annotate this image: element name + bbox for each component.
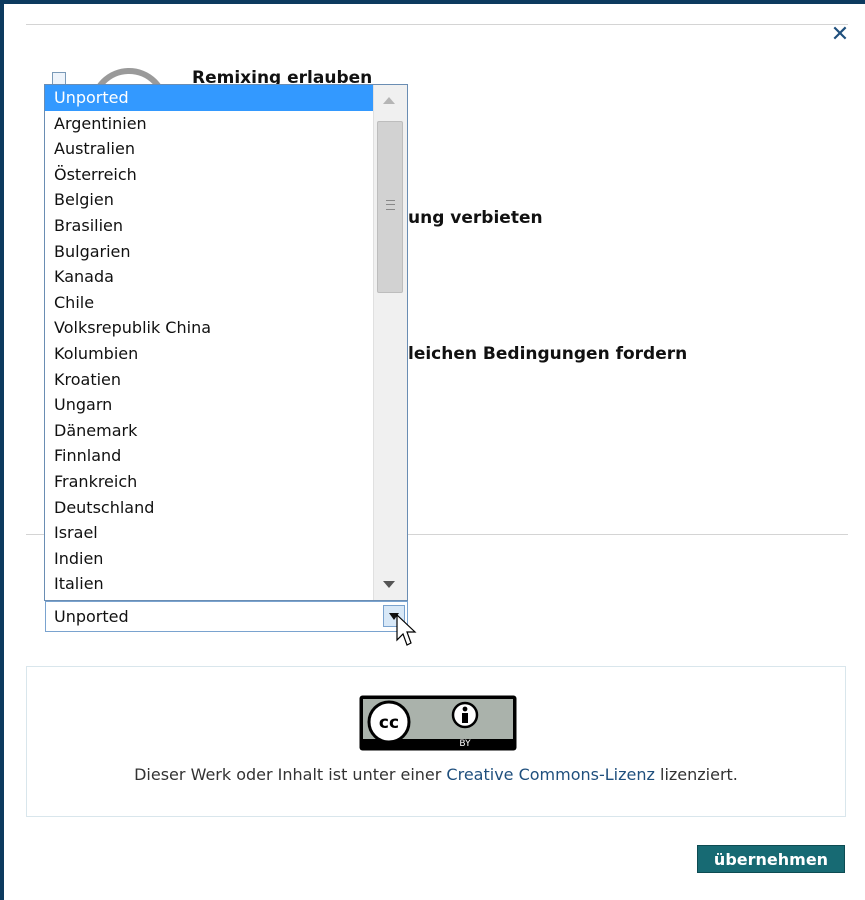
- list-item-chile[interactable]: Chile: [45, 290, 373, 316]
- scroll-down-arrow-icon[interactable]: [383, 581, 395, 588]
- cc-license-link[interactable]: Creative Commons-Lizenz: [446, 765, 654, 784]
- option-commercial-label: ung verbieten: [408, 208, 543, 228]
- list-item-daenemark[interactable]: Dänemark: [45, 418, 373, 444]
- list-item-unported[interactable]: Unported: [45, 85, 373, 111]
- list-item-frankreich[interactable]: Frankreich: [45, 469, 373, 495]
- list-item-oesterreich[interactable]: Österreich: [45, 162, 373, 188]
- list-item-kolumbien[interactable]: Kolumbien: [45, 341, 373, 367]
- list-item-deutschland[interactable]: Deutschland: [45, 495, 373, 521]
- badge-cc-text: cc: [379, 713, 399, 733]
- close-icon[interactable]: ✕: [828, 24, 852, 48]
- list-item-ungarn[interactable]: Ungarn: [45, 392, 373, 418]
- scroll-up-arrow-icon[interactable]: [383, 97, 395, 104]
- list-item-belgien[interactable]: Belgien: [45, 187, 373, 213]
- list-item-kroatien[interactable]: Kroatien: [45, 367, 373, 393]
- license-statement: Dieser Werk oder Inhalt ist unter einer …: [27, 765, 845, 784]
- list-item-argentinien[interactable]: Argentinien: [45, 111, 373, 137]
- grip-icon: [386, 200, 395, 210]
- list-item-australien[interactable]: Australien: [45, 136, 373, 162]
- scroll-thumb[interactable]: [377, 121, 403, 293]
- jurisdiction-select[interactable]: Unported: [45, 601, 408, 632]
- jurisdiction-select-value: Unported: [54, 607, 129, 626]
- list-item-bulgarien[interactable]: Bulgarien: [45, 239, 373, 265]
- list-item-italien[interactable]: Italien: [45, 571, 373, 597]
- license-text-before: Dieser Werk oder Inhalt ist unter einer: [134, 765, 447, 784]
- list-item-kanada[interactable]: Kanada: [45, 264, 373, 290]
- mouse-cursor-icon: [396, 614, 417, 646]
- badge-by-text: BY: [459, 739, 471, 749]
- list-item-brasilien[interactable]: Brasilien: [45, 213, 373, 239]
- list-item-indien[interactable]: Indien: [45, 546, 373, 572]
- list-item-israel[interactable]: Israel: [45, 520, 373, 546]
- license-text-after: lizenziert.: [654, 765, 738, 784]
- list-item-finnland[interactable]: Finnland: [45, 443, 373, 469]
- top-divider: [26, 24, 848, 25]
- jurisdiction-dropdown-list[interactable]: Unported Argentinien Australien Österrei…: [44, 84, 408, 601]
- cc-by-badge-icon: cc BY: [359, 695, 517, 751]
- apply-button[interactable]: übernehmen: [697, 845, 845, 873]
- list-item-china[interactable]: Volksrepublik China: [45, 315, 373, 341]
- license-preview-panel: cc BY Dieser Werk oder Inhalt ist unter …: [26, 666, 846, 817]
- jurisdiction-options: Unported Argentinien Australien Österrei…: [45, 85, 373, 597]
- dropdown-scrollbar[interactable]: [373, 85, 407, 600]
- option-sharealike-label: leichen Bedingungen fordern: [408, 344, 688, 364]
